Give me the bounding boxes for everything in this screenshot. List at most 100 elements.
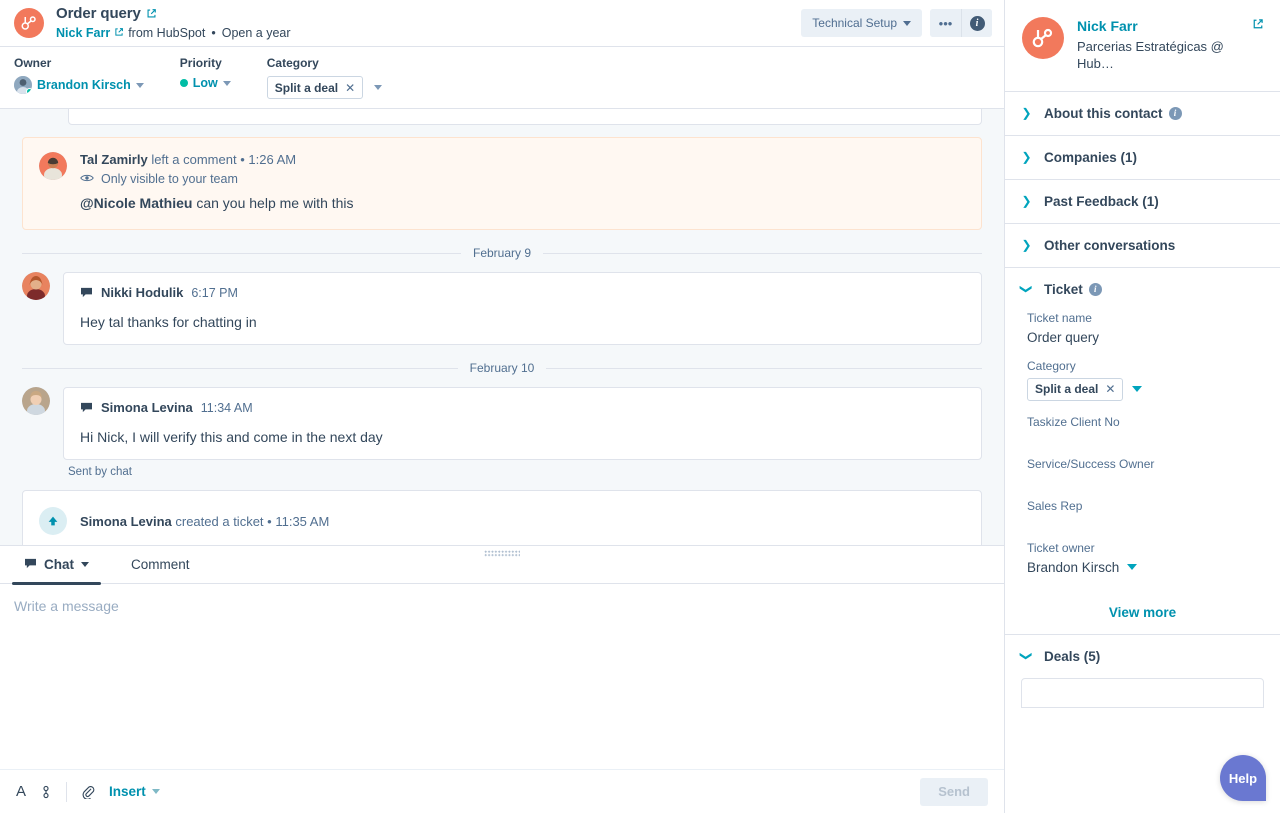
chevron-down-icon[interactable]: [1132, 386, 1143, 393]
sidebar-section-label: Deals (5): [1044, 649, 1100, 664]
priority-label: Priority: [179, 56, 222, 70]
category-tag[interactable]: Split a deal ✕: [1027, 377, 1124, 401]
priority-value[interactable]: Low: [179, 76, 231, 90]
ticket-owner-name: Brandon Kirsch: [1027, 559, 1120, 575]
view-more-button[interactable]: View more: [1005, 601, 1280, 634]
info-circle-icon: i: [969, 15, 985, 31]
field-label: Ticket name: [1027, 310, 1092, 325]
eye-icon: [80, 172, 94, 186]
owner-value[interactable]: Brandon Kirsch: [14, 76, 144, 94]
chevron-down-icon: [81, 562, 89, 567]
comment-visibility-row: Only visible to your team: [80, 172, 965, 186]
code-snippet-icon[interactable]: [40, 785, 52, 799]
field-value[interactable]: Order query: [1027, 330, 1264, 345]
message-author: Nikki Hodulik: [101, 285, 184, 300]
field-value[interactable]: Brandon Kirsch: [1027, 560, 1264, 575]
external-link-icon[interactable]: [114, 26, 124, 42]
chevron-down-icon: ❯: [1019, 651, 1034, 662]
date-separator: February 10: [22, 361, 983, 375]
sidebar-section-deals[interactable]: ❯ Deals (5): [1005, 633, 1280, 678]
info-circle-icon-button[interactable]: i: [961, 9, 992, 37]
chat-bubble-icon: [80, 287, 93, 298]
message-composer: Chat Comment Write a message A Insert Se…: [0, 545, 1004, 813]
divider-line: [546, 367, 983, 369]
tab-chat[interactable]: Chat: [12, 546, 101, 585]
hubspot-sprocket-icon: [14, 8, 44, 38]
chevron-down-icon: [151, 789, 160, 794]
close-icon[interactable]: ✕: [345, 81, 355, 95]
field-value[interactable]: [1027, 518, 1264, 527]
info-circle-icon: i: [1168, 106, 1182, 120]
sidebar-section-label: Other conversations: [1044, 238, 1175, 253]
internal-comment-card: Tal Zamirly left a comment • 1:26 AM Onl…: [22, 137, 982, 230]
field-service-success-owner: Service/Success Owner: [1027, 457, 1264, 485]
sidebar-contact-header: Nick Farr Parcerias Estratégicas @ Hub…: [1005, 0, 1280, 91]
contact-name-link[interactable]: Nick Farr: [56, 26, 110, 42]
send-button[interactable]: Send: [920, 777, 988, 806]
event-author: Simona Levina: [80, 513, 172, 529]
message-body: Hi Nick, I will verify this and come in …: [80, 429, 383, 445]
font-format-icon[interactable]: A: [16, 783, 26, 800]
comment-visibility-text: Only visible to your team: [101, 172, 238, 186]
composer-input-area[interactable]: Write a message: [0, 584, 1004, 769]
message-body: Hey tal thanks for chatting in: [80, 314, 257, 330]
chevron-right-icon: ❯: [1021, 238, 1032, 253]
chevron-right-icon: ❯: [1021, 194, 1032, 209]
tab-comment-label: Comment: [131, 557, 190, 572]
sidebar-section-about-this-contact[interactable]: ❯ About this contact i: [1005, 90, 1280, 135]
property-priority: Priority Low: [179, 56, 231, 90]
title-subrow: Nick Farr from HubSpot • Open a year: [56, 26, 291, 42]
info-circle-icon: i: [1088, 282, 1102, 296]
deals-card[interactable]: [1021, 677, 1264, 708]
field-value[interactable]: [1027, 434, 1264, 443]
category-tag-label: Split a deal: [274, 80, 339, 95]
event-time: 11:35 AM: [275, 513, 330, 529]
tab-chat-label: Chat: [44, 557, 74, 572]
chat-bubble-icon: [80, 402, 93, 413]
insert-label: Insert: [109, 784, 146, 799]
sidebar-section-companies[interactable]: ❯ Companies (1): [1005, 134, 1280, 179]
date-separator-label: February 10: [469, 361, 535, 375]
sidebar-section-label: Ticket i: [1044, 282, 1102, 297]
sidebar-contact-name[interactable]: Nick Farr: [1077, 18, 1138, 34]
comment-mention[interactable]: @Nicole Mathieu: [80, 195, 192, 211]
chevron-down-icon[interactable]: [374, 85, 383, 90]
insert-button[interactable]: Insert: [109, 784, 160, 799]
ticket-created-event-card: Simona Levina created a ticket • 11:35 A…: [22, 490, 982, 550]
technical-setup-button[interactable]: Technical Setup: [801, 9, 922, 37]
technical-setup-label: Technical Setup: [812, 16, 897, 30]
message-delivery-note: Sent by chat: [68, 466, 132, 478]
property-category: Category Split a deal ✕: [266, 56, 383, 99]
message-author: Simona Levina: [101, 400, 193, 415]
date-separator: February 9: [22, 246, 982, 260]
ticket-icon: [39, 507, 67, 535]
message-row: Simona Levina 11:34 AM Hi Nick, I will v…: [22, 387, 982, 460]
category-label: Category: [266, 56, 319, 70]
source-text: from HubSpot: [128, 25, 206, 40]
field-category: Category Split a deal ✕: [1027, 359, 1264, 401]
close-icon[interactable]: ✕: [1105, 382, 1115, 396]
sidebar-section-other-conversations[interactable]: ❯ Other conversations: [1005, 222, 1280, 267]
message-card: Simona Levina 11:34 AM Hi Nick, I will v…: [63, 387, 982, 460]
sidebar-section-label: Past Feedback (1): [1044, 194, 1159, 209]
conversation-titlebar: Order query Nick Farr from HubSpot • Ope…: [0, 0, 1004, 47]
event-text: Simona Levina created a ticket • 11:35 A…: [80, 514, 329, 529]
sidebar-section-ticket[interactable]: ❯ Ticket i: [1005, 266, 1280, 311]
help-button[interactable]: Help: [1220, 755, 1266, 801]
message-card: Nikki Hodulik 6:17 PM Hey tal thanks for…: [63, 272, 982, 345]
sidebar-section-label: About this contact i: [1044, 106, 1182, 121]
chevron-down-icon: [1127, 564, 1138, 571]
ellipsis-icon[interactable]: •••: [930, 9, 961, 37]
comment-header: Tal Zamirly left a comment • 1:26 AM: [80, 152, 965, 167]
paperclip-icon[interactable]: [81, 784, 95, 799]
sidebar-section-past-feedback[interactable]: ❯ Past Feedback (1): [1005, 178, 1280, 223]
field-value[interactable]: [1027, 476, 1264, 485]
section-label-text: About this contact: [1044, 105, 1163, 121]
category-tag[interactable]: Split a deal ✕: [266, 76, 364, 99]
section-label-text: Deals (5): [1044, 648, 1101, 664]
external-link-icon[interactable]: [146, 5, 157, 25]
section-label-text: Companies (1): [1044, 149, 1138, 165]
external-link-icon[interactable]: [1252, 17, 1264, 35]
tab-comment[interactable]: Comment: [119, 546, 202, 584]
chevron-down-icon: [135, 82, 144, 88]
